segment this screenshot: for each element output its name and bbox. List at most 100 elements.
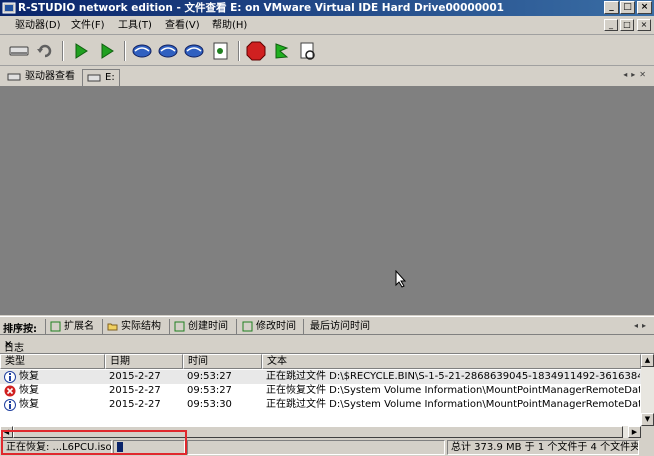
menu-tools[interactable]: 工具(T)	[115, 18, 155, 33]
maximize-button[interactable]: □	[620, 1, 635, 14]
sort-bar: 排序按: 扩展名 实际结构 创建时间 修改时间 最后访问时间 ◂▸	[0, 316, 654, 335]
table-row[interactable]: 恢复 2015-2-27 09:53:27 正在跳过文件 D:\$RECYCLE…	[0, 370, 641, 384]
sort-separator	[45, 319, 46, 334]
view-icon[interactable]	[297, 40, 319, 62]
sort-by-structure[interactable]: 实际结构	[107, 319, 161, 334]
scan-open-icon[interactable]	[183, 40, 205, 62]
row-text: 正在跳过文件 D:\$RECYCLE.BIN\S-1-5-21-28686390…	[266, 371, 640, 382]
log-vertical-scrollbar[interactable]: ▲ ▼	[641, 354, 654, 426]
row-type: 恢复	[19, 385, 39, 396]
menu-file[interactable]: 文件(F)	[68, 18, 108, 33]
progress-fill	[117, 442, 123, 452]
recover-icon[interactable]	[210, 40, 232, 62]
status-recovering-text: 正在恢复: ...L6PCU.iso	[2, 440, 112, 455]
sort-by-created[interactable]: 创建时间	[174, 319, 228, 334]
sort-separator	[102, 319, 103, 334]
play-icon[interactable]	[70, 40, 92, 62]
document-tab-bar: 驱动器查看 E: ◂▸✕	[0, 67, 654, 87]
app-window: R-STUDIO network edition - 文件查看 E: on VM…	[0, 0, 654, 456]
title-bar[interactable]: R-STUDIO network edition - 文件查看 E: on VM…	[0, 0, 654, 16]
column-text[interactable]: 文本	[262, 354, 641, 369]
scroll-thumb[interactable]	[13, 426, 623, 438]
sort-separator	[236, 319, 237, 334]
status-bar: 正在恢复: ...L6PCU.iso 总计 373.9 MB 于 1 个文件于 …	[0, 438, 654, 456]
tab-scroll-arrows[interactable]: ◂▸✕	[623, 70, 650, 79]
sort-by-modified[interactable]: 修改时间	[242, 319, 296, 334]
drive-icon	[87, 74, 101, 82]
menu-drive[interactable]: 驱动器(D)	[12, 18, 64, 33]
mdi-maximize-button[interactable]: □	[620, 19, 634, 31]
row-text: 正在恢复文件 D:\System Volume Information\Moun…	[266, 385, 640, 396]
column-time[interactable]: 时间	[183, 354, 262, 369]
sort-refresh-icon	[242, 321, 253, 332]
toolbar-separator	[238, 41, 240, 61]
file-view-area[interactable]	[0, 87, 654, 315]
column-type[interactable]: 类型	[0, 354, 105, 369]
play-all-icon[interactable]	[96, 40, 118, 62]
row-type: 恢复	[19, 399, 39, 410]
log-horizontal-scrollbar[interactable]: ◀ ▶	[0, 426, 641, 438]
minimize-button[interactable]: _	[604, 1, 619, 14]
scan-region-icon[interactable]	[157, 40, 179, 62]
recovery-progress-bar	[113, 440, 185, 455]
stop-icon[interactable]	[245, 40, 267, 62]
row-date: 2015-2-27	[109, 371, 161, 382]
sort-by-label: 排序按:	[3, 324, 37, 335]
log-table-header: 类型 日期 时间 文本	[0, 354, 641, 369]
sort-item-label: 实际结构	[121, 321, 161, 332]
row-date: 2015-2-27	[109, 399, 161, 410]
sortbar-scroll-arrows[interactable]: ◂▸	[634, 321, 650, 330]
table-row[interactable]: 恢复 2015-2-27 09:53:30 正在跳过文件 D:\System V…	[0, 398, 641, 412]
log-table: 类型 日期 时间 文本 恢复 2015-2-27 09:53:27 正在跳过文件…	[0, 354, 641, 426]
sort-item-label: 创建时间	[188, 321, 228, 332]
sort-item-label: 扩展名	[64, 321, 94, 332]
sort-by-extension[interactable]: 扩展名	[50, 319, 94, 334]
sort-by-accessed[interactable]: 最后访问时间	[296, 319, 370, 334]
menu-view[interactable]: 查看(V)	[162, 18, 203, 33]
scroll-down-icon[interactable]: ▼	[641, 413, 654, 426]
mark-icon[interactable]	[271, 40, 293, 62]
mdi-close-button[interactable]: ×	[637, 19, 651, 31]
menu-help[interactable]: 帮助(H)	[209, 18, 250, 33]
toolbar-separator	[62, 41, 64, 61]
refresh-icon[interactable]	[34, 40, 56, 62]
sort-separator	[169, 319, 170, 334]
close-button[interactable]: ×	[637, 1, 652, 14]
sort-refresh-icon	[174, 321, 185, 332]
folder-icon	[107, 323, 118, 331]
toolbar	[0, 36, 654, 66]
scroll-left-icon[interactable]: ◀	[0, 426, 13, 438]
log-pane-title: 日志 ×	[0, 337, 654, 354]
drive-icon	[7, 73, 21, 81]
info-icon	[4, 371, 16, 383]
mdi-minimize-button[interactable]: _	[604, 19, 618, 31]
window-title: R-STUDIO network edition - 文件查看 E: on VM…	[18, 2, 504, 14]
toolbar-separator	[124, 41, 126, 61]
table-row[interactable]: 恢复 2015-2-27 09:53:27 正在恢复文件 D:\System V…	[0, 384, 641, 398]
row-type: 恢复	[19, 371, 39, 382]
row-time: 09:53:27	[187, 371, 232, 382]
scroll-up-icon[interactable]: ▲	[641, 354, 654, 367]
tab-label: 驱动器查看	[25, 71, 75, 82]
row-text: 正在跳过文件 D:\System Volume Information\Moun…	[266, 399, 640, 410]
sort-refresh-icon	[50, 321, 61, 332]
sort-item-label: 最后访问时间	[310, 321, 370, 332]
row-date: 2015-2-27	[109, 385, 161, 396]
row-time: 09:53:27	[187, 385, 232, 396]
menu-bar: 驱动器(D) 文件(F) 工具(T) 查看(V) 帮助(H)	[0, 16, 654, 35]
error-icon	[4, 385, 16, 397]
mouse-cursor-icon	[395, 270, 407, 288]
tab-label: E:	[105, 72, 115, 83]
status-empty-panel	[187, 440, 445, 455]
row-time: 09:53:30	[187, 399, 232, 410]
info-icon	[4, 399, 16, 411]
drive-icon[interactable]	[8, 40, 30, 62]
column-date[interactable]: 日期	[105, 354, 183, 369]
sort-item-label: 修改时间	[256, 321, 296, 332]
status-total-text: 总计 373.9 MB 于 1 个文件于 4 个文件夹	[447, 440, 639, 455]
close-icon[interactable]: ×	[4, 339, 649, 350]
tab-drive-view[interactable]: 驱动器查看	[3, 69, 79, 86]
scan-icon[interactable]	[131, 40, 153, 62]
tab-e-drive[interactable]: E:	[82, 69, 120, 86]
scroll-right-icon[interactable]: ▶	[628, 426, 641, 438]
